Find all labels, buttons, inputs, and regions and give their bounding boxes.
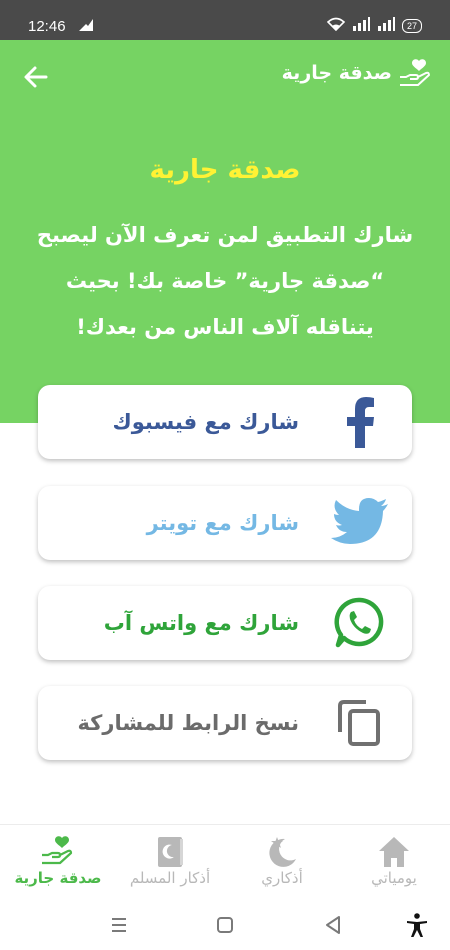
nav-item-my-adhkar[interactable]: أذكاري	[226, 825, 338, 901]
menu-lines-icon	[112, 918, 126, 932]
share-facebook-button[interactable]: شارك مع فيسبوك	[38, 385, 412, 459]
share-facebook-label: شارك مع فيسبوك	[112, 410, 299, 434]
hero-section: صدقة جارية صدقة جارية شارك التطبيق لمن ت…	[0, 40, 450, 423]
hero-heading: صدقة جارية	[149, 155, 301, 185]
share-twitter-label: شارك مع تويتر	[146, 511, 299, 535]
home-system-button[interactable]	[212, 912, 238, 938]
nav-label-charity: صدقة جارية	[14, 869, 102, 887]
copy-link-label: نسخ الرابط للمشاركة	[77, 711, 299, 735]
nav-label-daily: يومياتي	[371, 869, 417, 887]
status-bar: 12:46 27	[0, 0, 450, 40]
share-whatsapp-label: شارك مع واتس آب	[103, 611, 299, 635]
whatsapp-icon	[330, 596, 390, 650]
nav-item-muslim-adhkar[interactable]: أذكار المسلم	[114, 825, 226, 901]
square-icon	[217, 917, 233, 933]
back-button[interactable]	[22, 64, 50, 90]
nav-item-daily[interactable]: يومياتي	[338, 825, 450, 901]
accessibility-icon	[407, 913, 427, 937]
triangle-back-icon	[326, 916, 340, 934]
facebook-icon	[330, 395, 390, 449]
recent-apps-button[interactable]	[106, 912, 132, 938]
signal-icon-2	[377, 17, 395, 34]
hero-description: شارك التطبيق لمن تعرف الآن ليصبح “صدقة ج…	[36, 223, 414, 339]
system-navigation-bar	[0, 900, 450, 950]
wifi-icon	[326, 17, 346, 34]
twitter-icon	[330, 496, 390, 550]
charity-heart-icon	[398, 57, 432, 91]
status-time: 12:46	[28, 18, 66, 35]
battery-indicator: 27	[401, 18, 422, 33]
notification-icon	[78, 17, 94, 31]
arrow-left-icon	[24, 66, 48, 88]
signal-icon-1	[352, 17, 370, 34]
back-system-button[interactable]	[320, 912, 346, 938]
nav-label-my-adhkar: أذكاري	[261, 869, 303, 887]
nav-item-charity[interactable]: صدقة جارية	[2, 825, 114, 901]
page-title: صدقة جارية	[281, 62, 392, 84]
charity-heart-icon	[38, 833, 78, 869]
home-icon	[374, 833, 414, 869]
accessibility-button[interactable]	[404, 912, 430, 938]
book-icon	[150, 833, 190, 869]
share-twitter-button[interactable]: شارك مع تويتر	[38, 486, 412, 560]
copy-link-button[interactable]: نسخ الرابط للمشاركة	[38, 686, 412, 760]
bottom-navigation: يومياتي أذكاري أذكار المسلم صدقة جارية	[0, 824, 450, 900]
copy-icon	[330, 696, 390, 750]
share-whatsapp-button[interactable]: شارك مع واتس آب	[38, 586, 412, 660]
nav-label-muslim-adhkar: أذكار المسلم	[129, 869, 211, 887]
crescent-star-icon	[262, 833, 302, 869]
status-icons: 27	[326, 17, 422, 34]
